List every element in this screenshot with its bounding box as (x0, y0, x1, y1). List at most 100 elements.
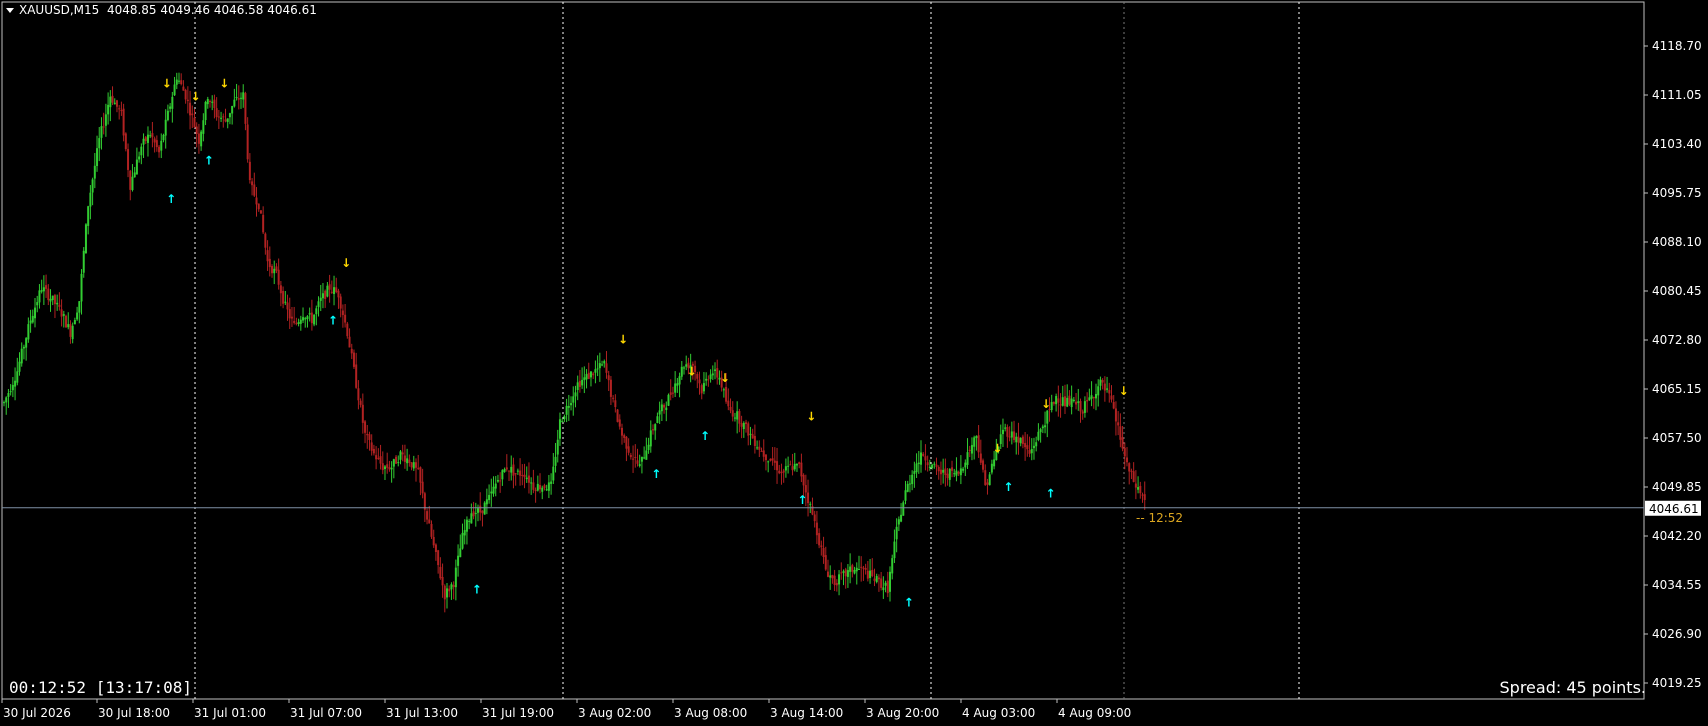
bear-candle (625, 436, 628, 449)
bull-candle (581, 379, 584, 386)
bull-candle (855, 567, 858, 572)
up-arrow-icon: ↑ (797, 493, 807, 507)
bear-candle (268, 258, 271, 268)
bear-candle (259, 210, 262, 214)
bear-candle (663, 404, 666, 408)
bear-candle (47, 288, 50, 301)
bear-candle (820, 545, 823, 548)
bull-candle (510, 466, 513, 473)
bull-candle (5, 397, 8, 403)
bear-candle (127, 149, 130, 170)
bear-candle (1117, 422, 1120, 426)
bear-candle (1134, 483, 1137, 488)
bull-candle (536, 483, 539, 491)
bear-candle (432, 536, 435, 546)
bear-candle (986, 482, 989, 485)
bull-candle (76, 312, 79, 320)
bear-candle (65, 315, 68, 328)
bull-candle (9, 391, 12, 393)
bear-candle (707, 379, 710, 381)
bear-candle (60, 309, 63, 317)
bull-candle (756, 447, 759, 449)
price-chart[interactable]: ↓ ↓ ↓ ↑ ↑ ↓ ↑ ↑ ↓ ↑ ↓ ↓ ↑ ↑ ↓ ↑ ↓ ↑ ↓ ↑ ↓ 4118.70 4111.05 4103… (0, 0, 1708, 726)
bull-candle (138, 156, 141, 160)
bull-candle (585, 374, 588, 380)
bull-candle (228, 113, 231, 118)
bear-candle (738, 411, 741, 424)
bull-candle (933, 463, 936, 465)
bull-candle (503, 469, 506, 472)
bull-candle (541, 487, 544, 492)
bull-candle (795, 463, 798, 466)
bear-candle (946, 473, 949, 479)
bull-candle (25, 338, 28, 348)
bull-candle (93, 165, 96, 179)
bear-candle (609, 379, 612, 397)
bull-candle (1037, 431, 1040, 440)
bull-candle (1083, 401, 1086, 413)
bull-candle (853, 569, 856, 574)
bear-candle (505, 467, 508, 470)
bull-candle (787, 465, 790, 467)
up-arrow-icon: ↑ (472, 583, 482, 597)
collapse-triangle-icon[interactable] (6, 8, 14, 13)
bear-candle (129, 170, 132, 190)
bull-candle (406, 458, 409, 464)
bull-candle (56, 302, 59, 305)
bull-candle (315, 308, 318, 315)
bear-candle (873, 578, 876, 581)
bear-candle (1086, 400, 1089, 402)
bull-candle (683, 367, 686, 369)
bear-candle (1141, 494, 1144, 496)
bear-candle (290, 316, 293, 319)
bull-candle (16, 371, 19, 383)
bear-candle (1103, 383, 1106, 391)
bull-candle (461, 532, 464, 549)
bull-candle (38, 290, 41, 303)
bull-candle (446, 588, 448, 598)
bear-candle (979, 453, 982, 463)
bull-candle (113, 102, 116, 105)
bear-candle (381, 463, 384, 471)
down-arrow-icon: ↓ (1041, 397, 1051, 411)
x-tick-label: 31 Jul 01:00 (194, 706, 266, 720)
bull-candle (51, 295, 54, 301)
bear-candle (926, 462, 929, 466)
bear-candle (191, 113, 194, 116)
bear-candle (1123, 447, 1126, 457)
bear-candle (782, 470, 785, 473)
bear-candle (1092, 396, 1095, 399)
bull-candle (96, 148, 99, 167)
bull-candle (711, 373, 714, 376)
bull-candle (561, 421, 564, 423)
bear-candle (346, 323, 349, 337)
bull-candle (1032, 445, 1035, 449)
bull-candle (98, 138, 101, 149)
bear-candle (669, 392, 672, 395)
bull-candle (133, 172, 136, 178)
down-arrow-icon: ↓ (720, 371, 730, 385)
bear-candle (1132, 471, 1135, 482)
bear-candle (758, 446, 761, 450)
bull-candle (545, 489, 548, 491)
bear-candle (1110, 395, 1113, 400)
bull-candle (895, 526, 898, 540)
bear-candle (1024, 443, 1027, 448)
bear-candle (632, 458, 635, 460)
bear-candle (122, 108, 125, 136)
bear-candle (335, 287, 338, 292)
bear-candle (350, 348, 353, 354)
bear-candle (822, 547, 825, 557)
bear-candle (472, 511, 475, 517)
bull-candle (1061, 397, 1064, 406)
bear-candle (361, 404, 364, 423)
bear-candle (514, 473, 517, 475)
bull-candle (736, 411, 739, 420)
bull-candle (463, 530, 466, 536)
bear-candle (53, 295, 56, 305)
bear-candle (1139, 485, 1142, 494)
bear-candle (831, 575, 834, 579)
bull-candle (570, 403, 573, 406)
bull-candle (164, 119, 167, 136)
bull-candle (572, 396, 575, 403)
